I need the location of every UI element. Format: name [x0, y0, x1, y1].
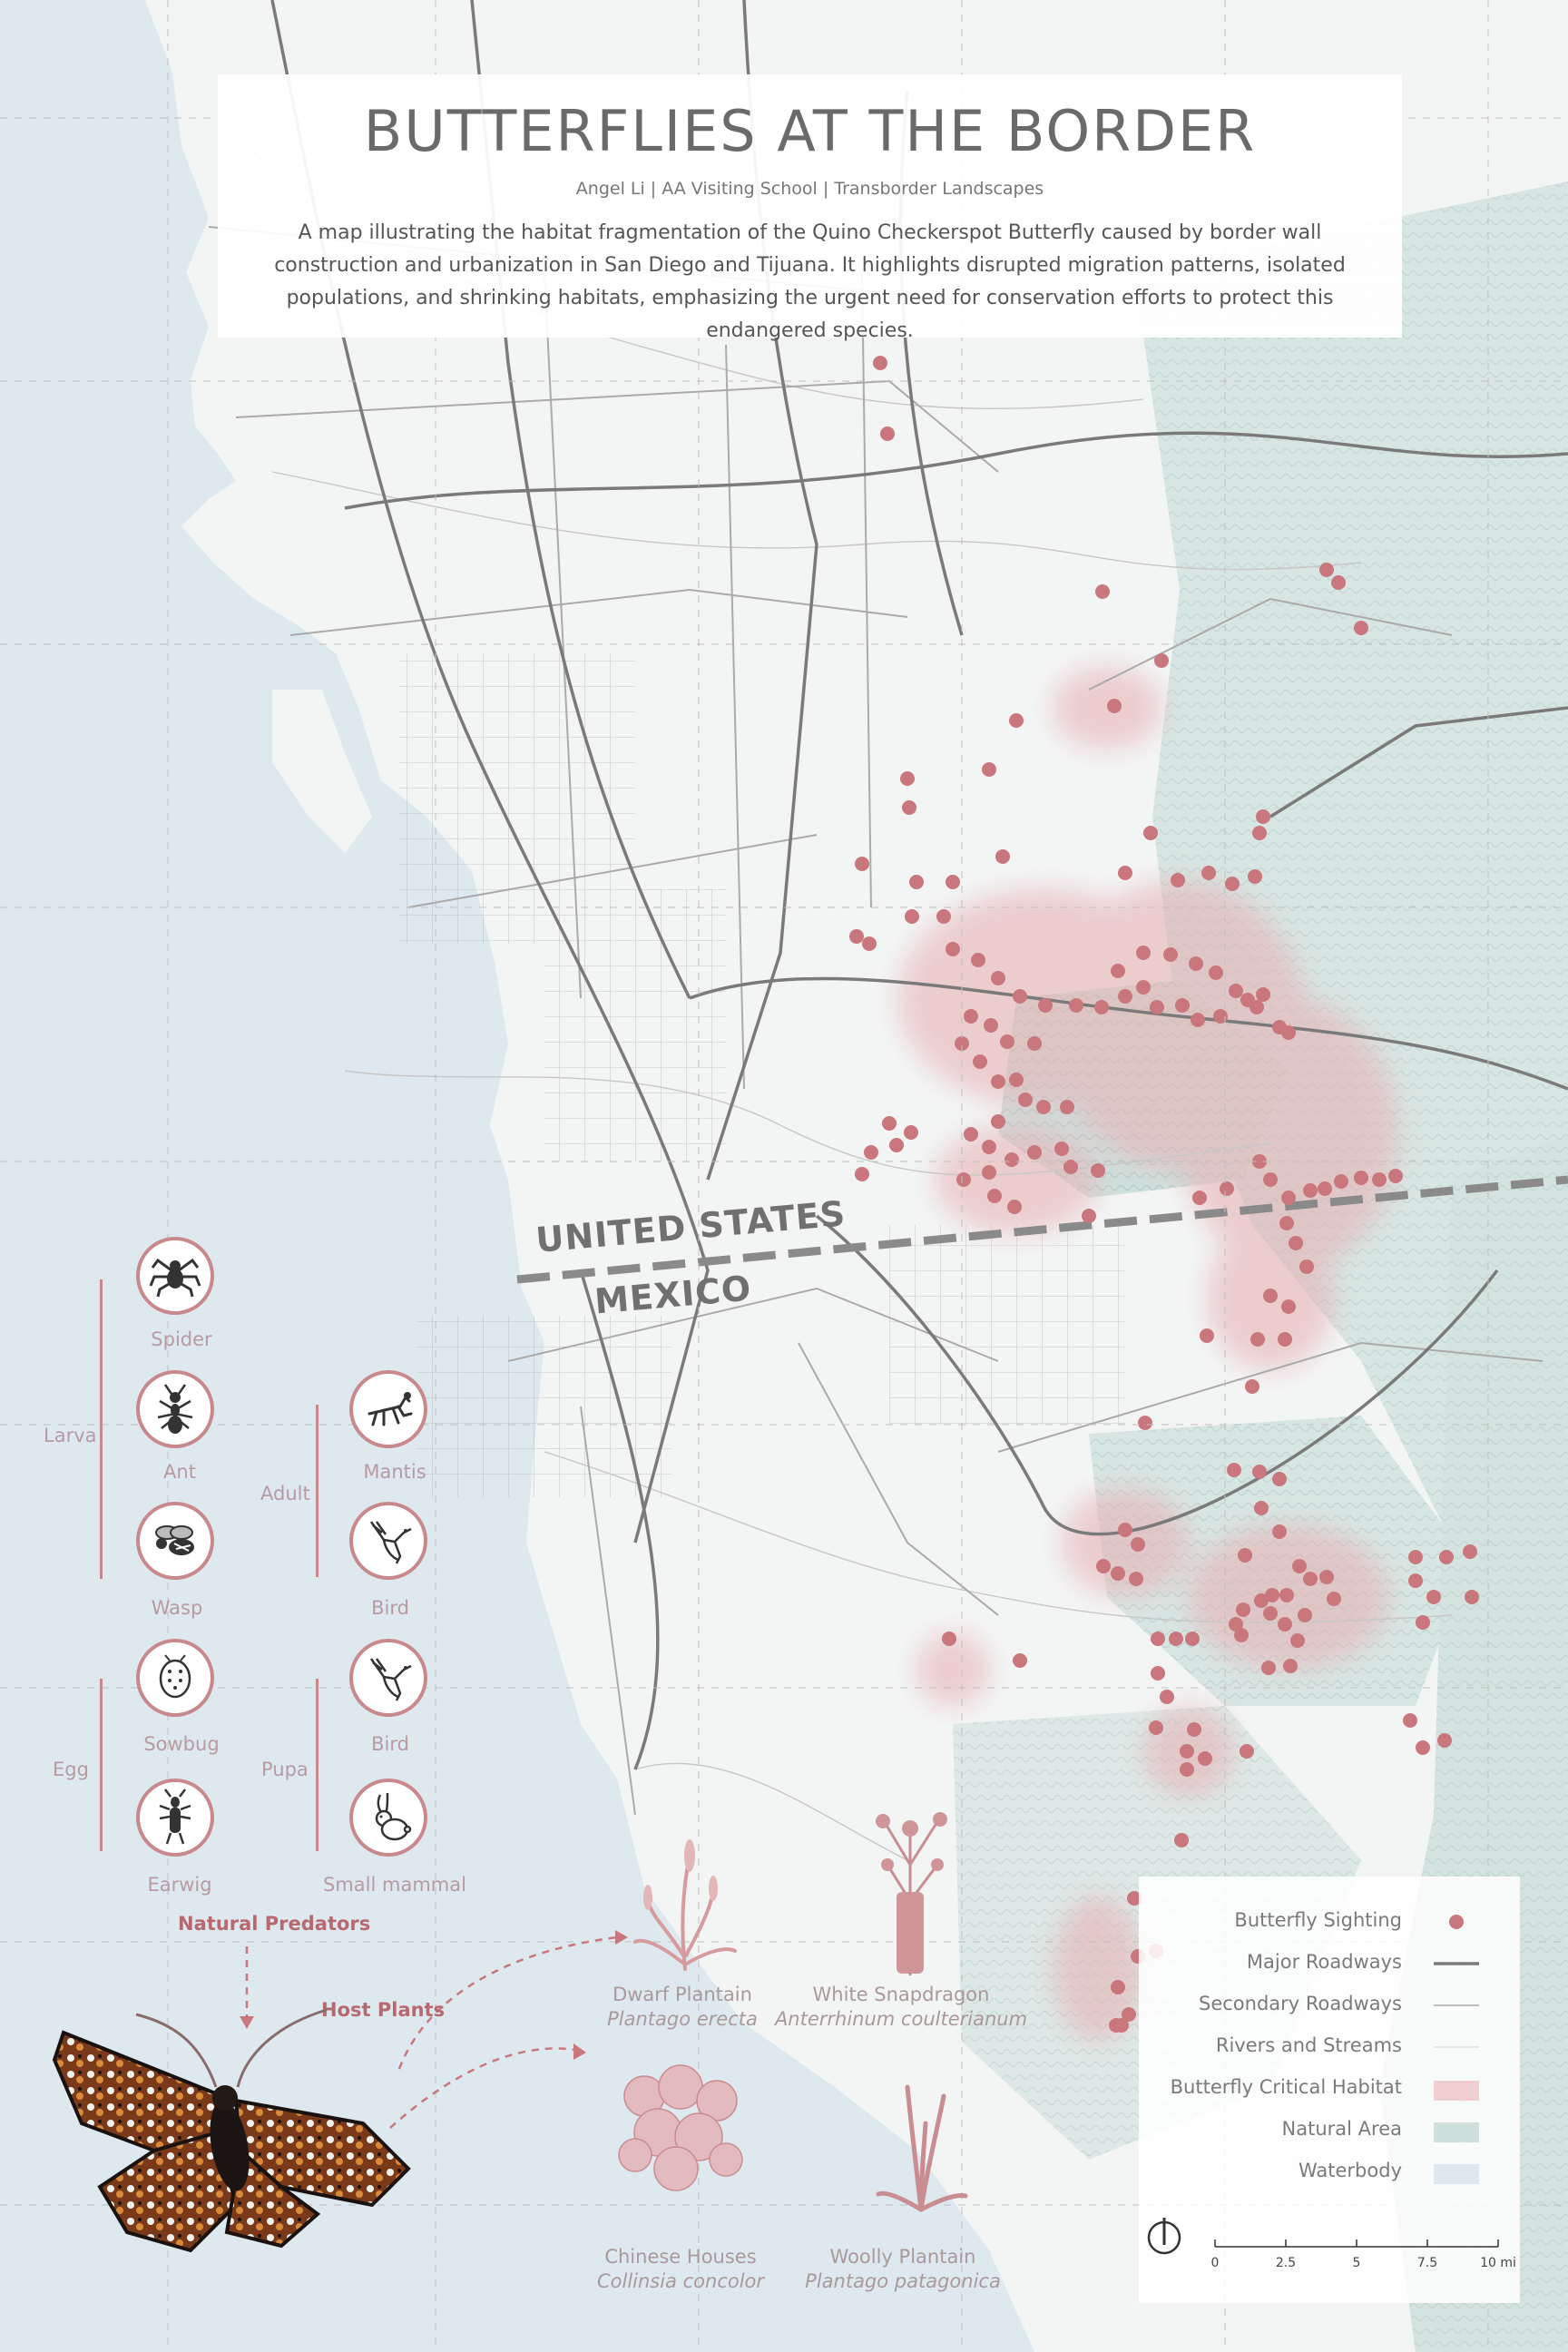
scale-tick-label: 0: [1210, 2256, 1220, 2270]
legend-symbols: [1147, 1915, 1499, 2255]
dwarf-plantain-image: [633, 1839, 737, 1971]
plant-latin-name: Plantago erecta: [607, 2008, 758, 2030]
plant-label-woolly-plantain: Woolly Plantain Plantago patagonica: [767, 2245, 1039, 2294]
legend-symbol-habitat: [1434, 2081, 1479, 2101]
map-legend: Butterfly Sighting Major Roadways Second…: [1139, 1877, 1520, 2303]
plant-common-name: Dwarf Plantain: [612, 1984, 752, 2005]
quino-checkerspot-butterfly-image: [52, 2008, 411, 2253]
legend-symbol-waterbody: [1434, 2164, 1479, 2184]
white-snapdragon-image: [876, 1812, 947, 1975]
woolly-plantain-image: [876, 2084, 968, 2212]
scale-tick-label: 5: [1352, 2256, 1361, 2270]
north-arrow-icon: [1147, 2218, 1181, 2255]
plant-latin-name: Anterrhinum coulterianum: [774, 2008, 1028, 2030]
plant-common-name: Woolly Plantain: [829, 2246, 976, 2268]
legend-symbol-natural-area: [1434, 2122, 1479, 2142]
plant-latin-name: Plantago patagonica: [805, 2270, 1001, 2292]
scale-tick-label: 7.5: [1416, 2256, 1438, 2270]
plant-common-name: Chinese Houses: [604, 2246, 757, 2268]
plant-label-white-snapdragon: White Snapdragon Anterrhinum coulterianu…: [765, 1983, 1037, 2032]
plant-common-name: White Snapdragon: [812, 1984, 990, 2005]
scale-tick-label: 2.5: [1275, 2256, 1297, 2270]
scale-bar: [1214, 2239, 1499, 2248]
chinese-houses-image: [618, 2064, 743, 2191]
legend-symbol-sighting: [1449, 1915, 1464, 1929]
plant-latin-name: Collinsia concolor: [596, 2270, 765, 2292]
scale-tick-label: 10 mi: [1480, 2256, 1516, 2270]
